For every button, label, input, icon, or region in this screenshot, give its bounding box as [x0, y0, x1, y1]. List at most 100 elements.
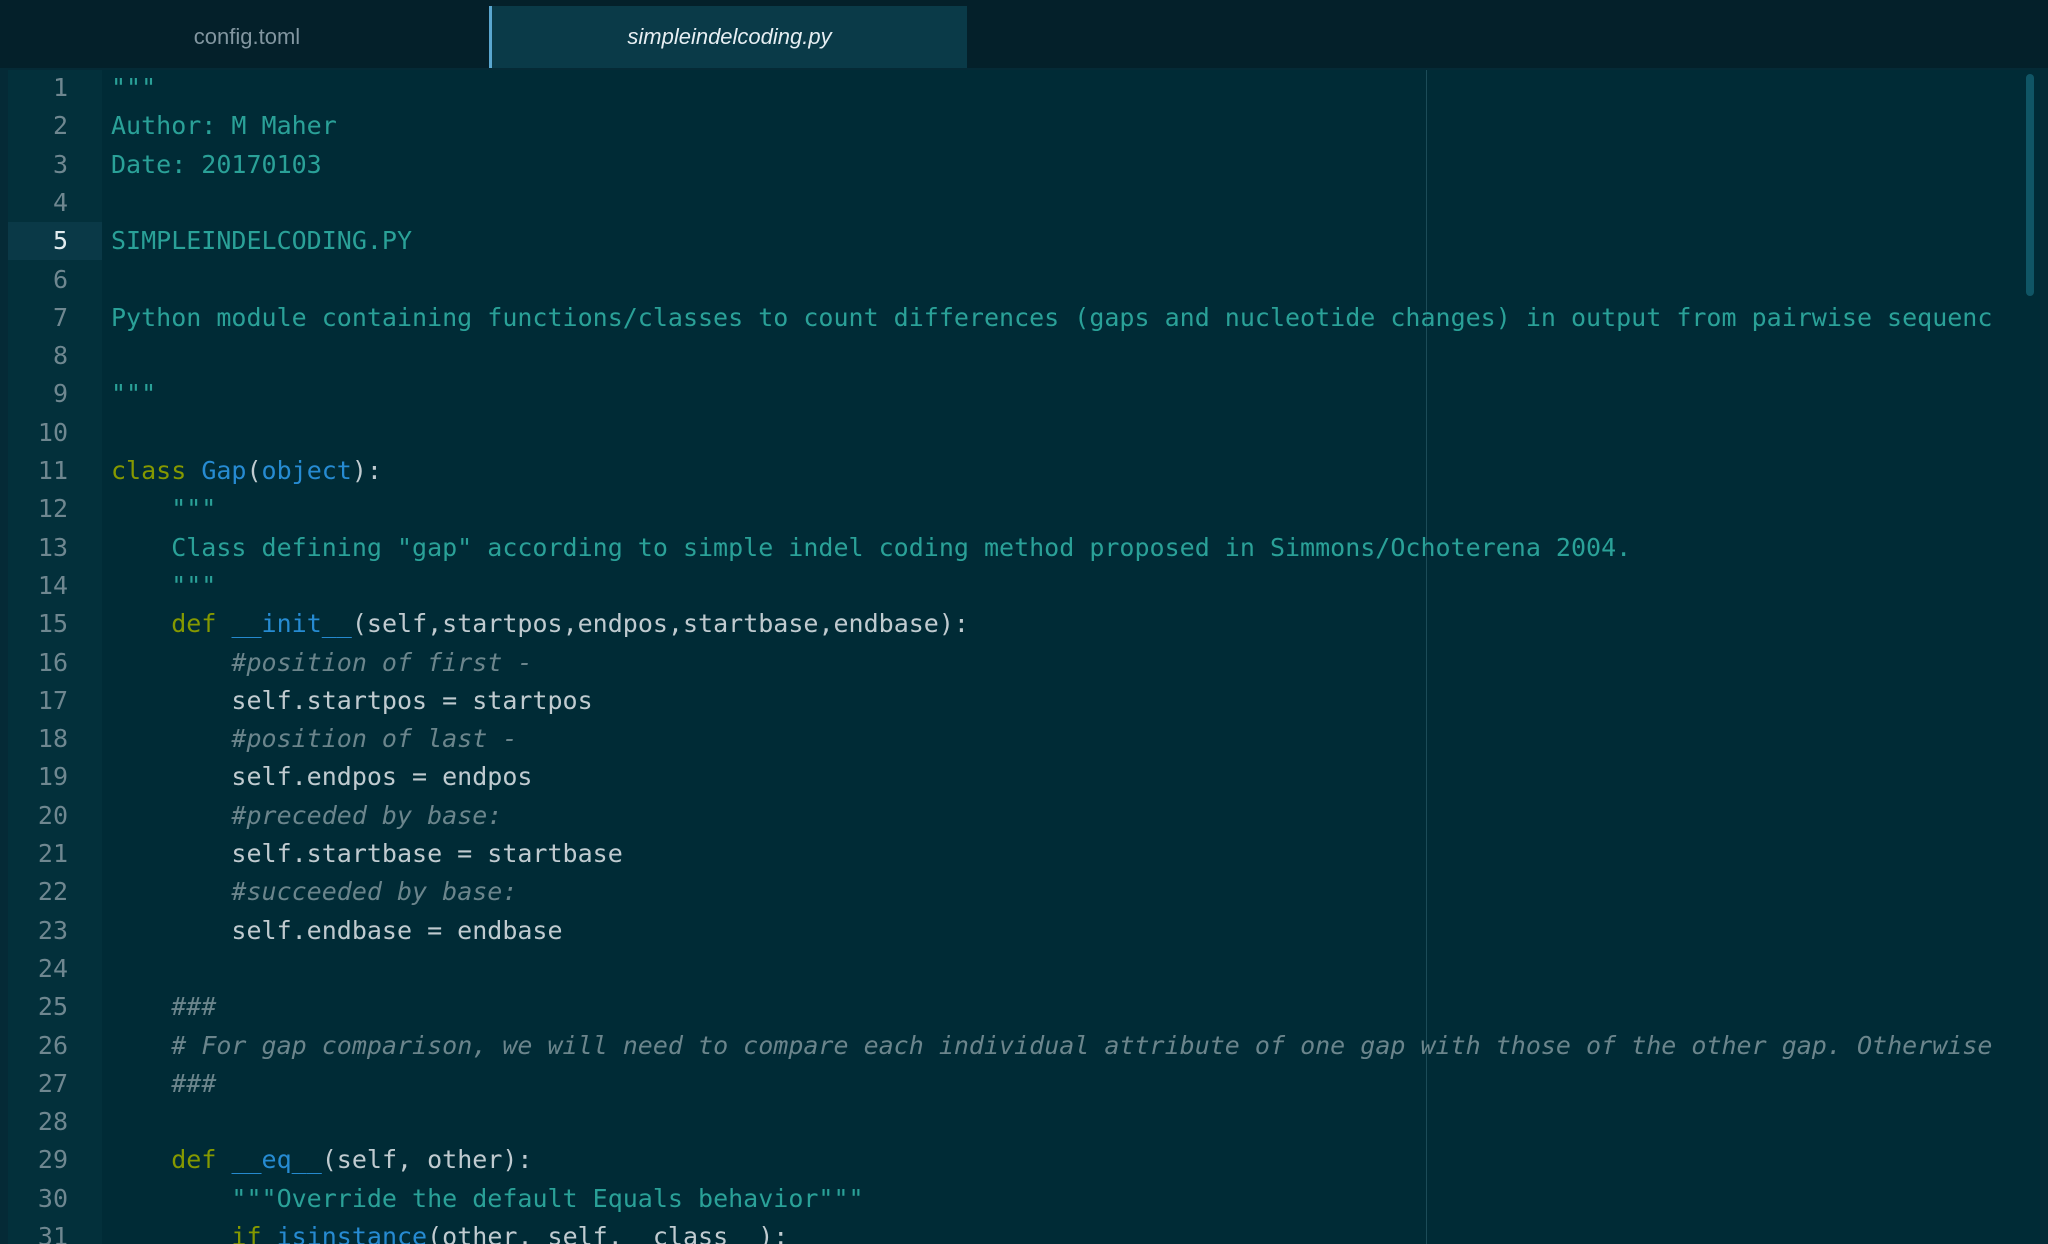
code-token: #position of first - — [231, 647, 533, 677]
line-number: 1 — [52, 73, 68, 102]
code-token: ): — [351, 456, 382, 485]
code-token: """ — [111, 494, 217, 524]
line-number: 27 — [37, 1068, 68, 1098]
tab-config-toml[interactable]: config.toml — [6, 6, 488, 68]
code-line[interactable]: self.startpos = startpos — [111, 682, 592, 720]
line-number: 11 — [37, 456, 68, 485]
line-number: 8 — [52, 341, 68, 371]
code-token: Gap — [201, 456, 247, 485]
code-token: self.endbase = endbase — [111, 915, 563, 945]
code-line[interactable]: def __init__(self,startpos,endpos,startb… — [111, 605, 969, 643]
line-number: 4 — [52, 187, 68, 217]
code-token: # For gap comparison, we will need to co… — [171, 1030, 1993, 1060]
code-token: #succeeded by base: — [231, 877, 518, 907]
line-number: 12 — [37, 494, 68, 524]
code-token: """ — [111, 570, 217, 600]
line-number: 24 — [37, 953, 68, 983]
line-number: 3 — [52, 149, 68, 179]
code-line[interactable]: #preceded by base: — [111, 797, 502, 835]
code-token: self.startbase = startbase — [111, 839, 623, 868]
code-line[interactable]: """ — [111, 375, 156, 413]
code-line[interactable]: Date: 20170103 — [111, 146, 322, 184]
code-line[interactable]: #position of first - — [111, 644, 532, 682]
line-number: 22 — [37, 877, 68, 907]
code-token: (self,startpos,endpos,startbase,endbase)… — [351, 609, 969, 639]
line-number: 7 — [52, 302, 68, 332]
code-line[interactable]: self.endbase = endbase — [111, 912, 563, 950]
code-line[interactable]: Author: M Maher — [111, 107, 337, 145]
code-line[interactable]: """ — [111, 567, 216, 605]
scrollbar-thumb[interactable] — [2026, 74, 2034, 296]
line-number: 2 — [52, 111, 68, 141]
line-number: 16 — [37, 647, 68, 677]
line-number: 20 — [37, 800, 68, 830]
code-token: ### — [171, 992, 217, 1022]
code-token: (self, other): — [321, 1145, 533, 1175]
code-line[interactable]: def __eq__(self, other): — [111, 1141, 532, 1179]
line-number-gutter: 1 2 3 4 5 6 7 8 9 10 11 12 13 14 15 16 17 18 19 20 21 22 23 24 2… — [8, 70, 102, 1244]
code-token: object — [261, 456, 352, 485]
code-line[interactable]: SIMPLEINDELCODING.PY — [111, 222, 412, 260]
code-editor[interactable]: 1 2 3 4 5 6 7 8 9 10 11 12 13 14 15 16 17 18 19 20 21 22 23 24 2… — [8, 70, 2040, 1244]
code-line[interactable]: """ — [111, 70, 156, 107]
line-number: 6 — [52, 264, 68, 294]
line-number: 31 — [37, 1222, 68, 1244]
code-token: #preceded by base: — [231, 800, 503, 830]
code-token: class — [111, 456, 187, 485]
code-line[interactable]: # For gap comparison, we will need to co… — [111, 1027, 1992, 1065]
code-token: (other, self.__class__): — [427, 1222, 789, 1244]
code-line[interactable]: if isinstance(other, self.__class__): — [111, 1218, 788, 1244]
line-number: 18 — [37, 724, 68, 754]
code-token: ### — [171, 1068, 217, 1098]
code-token: """Override the default Equals behavior"… — [231, 1183, 864, 1213]
column-ruler — [1426, 70, 1427, 1244]
code-line[interactable]: #position of last - — [111, 720, 517, 758]
line-number: 30 — [37, 1183, 68, 1213]
code-line[interactable]: self.endpos = endpos — [111, 758, 532, 796]
line-number: 13 — [37, 532, 68, 562]
code-token: __init__ — [231, 609, 352, 639]
code-token: def — [171, 1145, 217, 1175]
tab-simpleindelcoding-py[interactable]: simpleindelcoding.py — [489, 6, 967, 68]
code-token: ( — [246, 456, 262, 485]
code-token: __eq__ — [231, 1145, 322, 1175]
code-token: self.endpos = endpos — [111, 762, 533, 792]
code-line[interactable]: Python module containing functions/class… — [111, 299, 1992, 337]
line-number: 21 — [37, 839, 68, 868]
vertical-scrollbar[interactable] — [2026, 70, 2038, 1244]
line-number: 29 — [37, 1145, 68, 1175]
code-token: """ — [111, 73, 157, 102]
code-line[interactable]: self.startbase = startbase — [111, 835, 623, 873]
tab-bar: config.toml simpleindelcoding.py — [0, 0, 2048, 68]
code-line[interactable]: """Override the default Equals behavior"… — [111, 1180, 864, 1218]
code-token: Author: M Maher — [111, 111, 337, 141]
code-line[interactable]: """ — [111, 490, 216, 528]
code-area[interactable]: """ Author: M Maher Date: 20170103 SIMPLEIN… — [103, 70, 2025, 1244]
line-number: 23 — [37, 915, 68, 945]
code-token: Class defining "gap" according to simple… — [111, 532, 1632, 562]
line-number: 26 — [37, 1030, 68, 1060]
code-token: Date: 20170103 — [111, 149, 322, 179]
code-line[interactable]: #succeeded by base: — [111, 873, 517, 911]
code-line[interactable]: class Gap(object): — [111, 452, 382, 490]
editor-window: config.toml simpleindelcoding.py 1234567… — [0, 0, 2048, 1244]
code-line[interactable]: ### — [111, 988, 216, 1026]
line-number: 25 — [37, 992, 68, 1022]
line-number: 28 — [37, 1107, 68, 1137]
code-line[interactable]: Class defining "gap" according to simple… — [111, 529, 1631, 567]
code-token: #position of last - — [231, 724, 518, 754]
code-token: Python module containing functions/class… — [111, 302, 1993, 332]
code-line[interactable]: ### — [111, 1065, 216, 1103]
line-number: 19 — [37, 762, 68, 792]
